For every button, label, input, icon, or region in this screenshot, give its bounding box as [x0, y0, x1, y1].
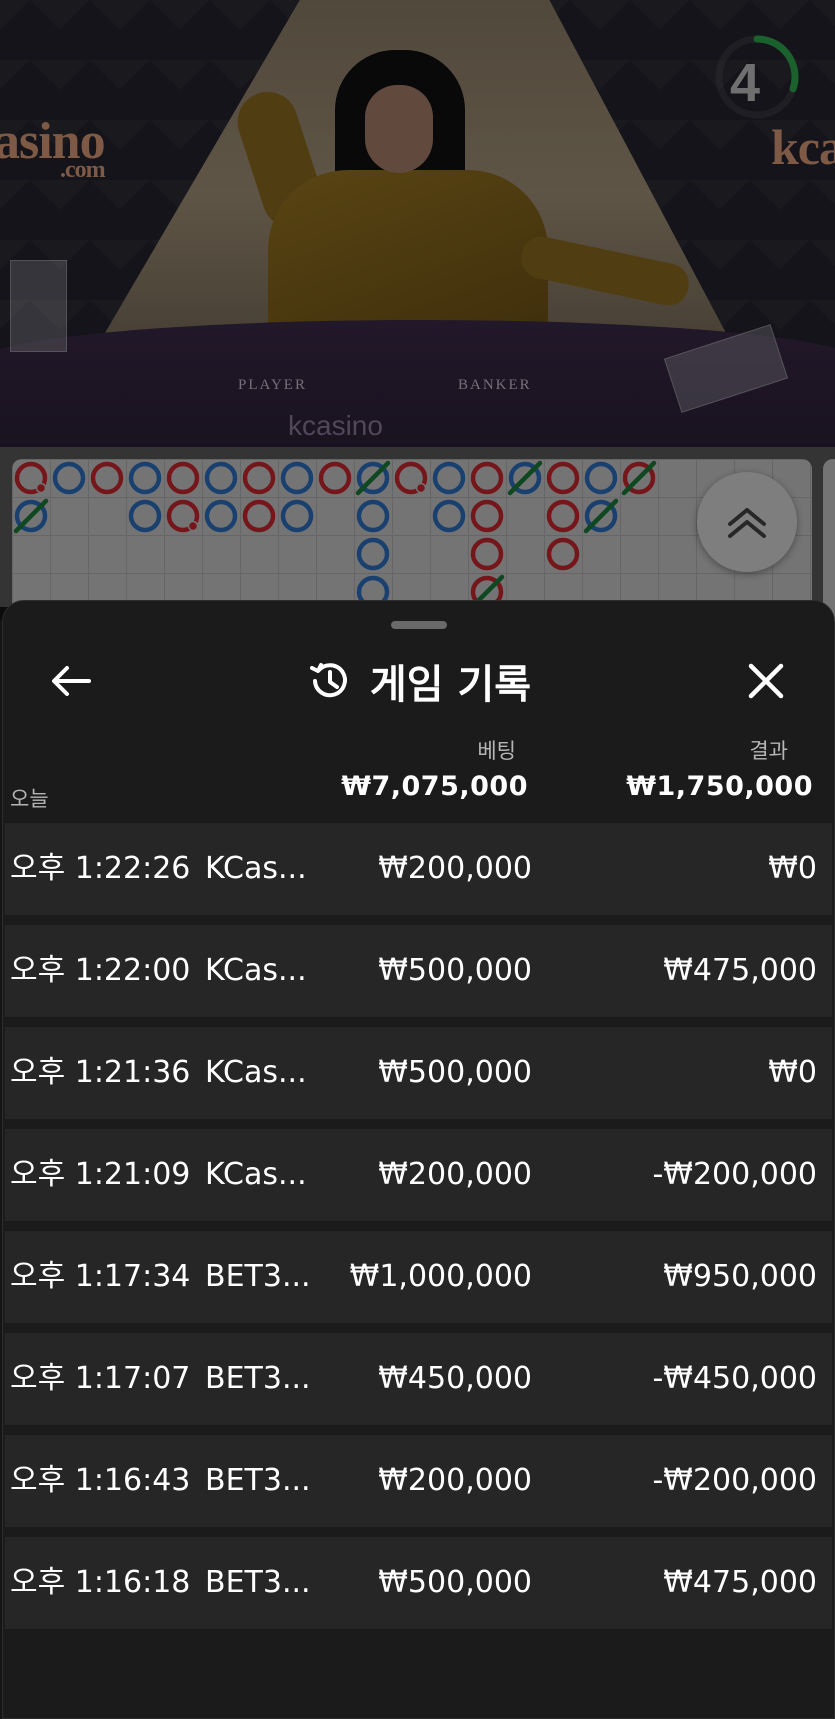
row-result: ₩0 — [768, 1055, 817, 1090]
row-bet: ₩200,000 — [378, 1157, 532, 1192]
row-result: ₩475,000 — [663, 1565, 817, 1600]
column-header-result: 결과 — [749, 739, 788, 763]
column-header-bet: 베팅 — [477, 739, 516, 763]
row-result: -₩200,000 — [652, 1463, 817, 1498]
row-game: BET3... — [205, 1463, 311, 1498]
row-time: 오후 1:17:07 — [10, 1361, 191, 1396]
row-time: 오후 1:22:00 — [10, 953, 191, 988]
row-result: ₩475,000 — [663, 953, 817, 988]
history-row[interactable]: 오후 1:17:07 BET3... ₩450,000 -₩450,000 — [5, 1333, 832, 1425]
row-bet: ₩500,000 — [378, 1055, 532, 1090]
row-game: KCas... — [205, 1055, 307, 1090]
row-game: BET3... — [205, 1565, 311, 1600]
history-row[interactable]: 오후 1:16:18 BET3... ₩500,000 ₩475,000 — [5, 1537, 832, 1629]
row-result: -₩200,000 — [652, 1157, 817, 1192]
row-time: 오후 1:21:09 — [10, 1157, 191, 1192]
sheet-header: 게임 기록 — [3, 653, 834, 709]
date-group-label: 오늘 — [10, 787, 49, 811]
total-result: ₩1,750,000 — [626, 771, 813, 802]
history-icon — [309, 663, 347, 698]
row-result: ₩950,000 — [663, 1259, 817, 1294]
close-button[interactable] — [736, 651, 796, 711]
row-time: 오후 1:21:36 — [10, 1055, 191, 1090]
history-list: 오후 1:22:26 KCas... ₩200,000 ₩0 오후 1:22:0… — [5, 823, 832, 1639]
row-game: BET3... — [205, 1259, 311, 1294]
history-row[interactable]: 오후 1:21:36 KCas... ₩500,000 ₩0 — [5, 1027, 832, 1119]
row-time: 오후 1:22:26 — [10, 851, 191, 886]
history-row[interactable]: 오후 1:17:34 BET3... ₩1,000,000 ₩950,000 — [5, 1231, 832, 1323]
history-row[interactable]: 오후 1:21:09 KCas... ₩200,000 -₩200,000 — [5, 1129, 832, 1221]
row-bet: ₩200,000 — [378, 851, 532, 886]
row-game: BET3... — [205, 1361, 311, 1396]
sheet-drag-handle[interactable] — [391, 621, 447, 629]
row-game: KCas... — [205, 1157, 307, 1192]
row-result: ₩0 — [768, 851, 817, 886]
history-row[interactable]: 오후 1:22:00 KCas... ₩500,000 ₩475,000 — [5, 925, 832, 1017]
row-bet: ₩1,000,000 — [349, 1259, 532, 1294]
history-row[interactable]: 오후 1:16:43 BET3... ₩200,000 -₩200,000 — [5, 1435, 832, 1527]
row-time: 오후 1:17:34 — [10, 1259, 191, 1294]
row-bet: ₩500,000 — [378, 1565, 532, 1600]
row-bet: ₩500,000 — [378, 953, 532, 988]
sheet-title: 게임 기록 — [369, 662, 532, 708]
row-result: -₩450,000 — [652, 1361, 817, 1396]
close-icon — [748, 663, 784, 699]
row-bet: ₩200,000 — [378, 1463, 532, 1498]
row-game: KCas... — [205, 953, 307, 988]
row-bet: ₩450,000 — [378, 1361, 532, 1396]
modal-dim-overlay — [0, 0, 835, 620]
history-row[interactable]: 오후 1:22:26 KCas... ₩200,000 ₩0 — [5, 823, 832, 915]
row-time: 오후 1:16:43 — [10, 1463, 191, 1498]
row-time: 오후 1:16:18 — [10, 1565, 191, 1600]
total-bet: ₩7,075,000 — [341, 771, 528, 802]
game-history-sheet: 게임 기록 베팅 결과 오늘 ₩7,075,000 ₩1,750,000 오후 … — [2, 600, 835, 1719]
row-game: KCas... — [205, 851, 307, 886]
